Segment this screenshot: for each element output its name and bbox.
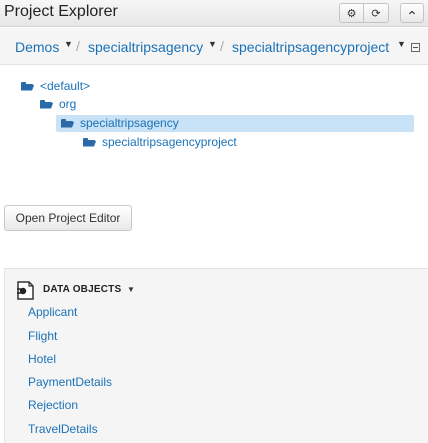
- tree-item-label: org: [59, 97, 77, 111]
- breadcrumb-item-project[interactable]: specialtripsagencyproject: [232, 39, 389, 55]
- folder-icon: [40, 99, 53, 109]
- tree-item-specialtripsagencyproject[interactable]: specialtripsagencyproject: [83, 135, 237, 149]
- document-icon: [17, 281, 34, 300]
- tree-item-label: <default>: [40, 79, 91, 93]
- panel-header: Project Explorer ⚙ ⟳ ⌃: [0, 0, 428, 27]
- breadcrumb-item-organization[interactable]: specialtripsagency: [88, 39, 203, 55]
- data-object-traveldetails[interactable]: TravelDetails: [28, 422, 98, 436]
- collapse-panel-button[interactable]: ⌃: [400, 3, 424, 24]
- panel-title: Project Explorer: [4, 3, 118, 20]
- folder-icon: [83, 137, 96, 147]
- tree-item-label: specialtripsagency: [80, 116, 179, 130]
- data-object-paymentdetails[interactable]: PaymentDetails: [28, 375, 112, 389]
- breadcrumb-separator: /: [220, 38, 224, 54]
- data-object-flight[interactable]: Flight: [28, 329, 57, 343]
- data-object-rejection[interactable]: Rejection: [28, 398, 78, 412]
- tree-item-org[interactable]: org: [40, 97, 76, 111]
- tree-item-specialtripsagency[interactable]: specialtripsagency: [61, 116, 179, 130]
- folder-icon: [61, 118, 74, 128]
- chevron-down-icon[interactable]: ▼: [64, 39, 73, 49]
- data-object-hotel[interactable]: Hotel: [28, 352, 56, 366]
- breadcrumb: Demos ▼ / specialtripsagency ▼ / special…: [0, 28, 428, 65]
- breadcrumb-separator: /: [76, 38, 80, 54]
- chevron-down-icon[interactable]: ▼: [208, 39, 217, 49]
- header-button-group: ⚙ ⟳: [339, 3, 389, 23]
- chevron-down-icon[interactable]: ▼: [127, 285, 135, 294]
- breadcrumb-item-demos[interactable]: Demos: [15, 39, 59, 55]
- tree-item-default[interactable]: <default>: [21, 79, 90, 93]
- chevron-down-icon[interactable]: ▼: [397, 39, 406, 49]
- tree-item-label: specialtripsagencyproject: [102, 135, 237, 149]
- open-project-editor-button[interactable]: Open Project Editor: [4, 205, 132, 231]
- collapse-icon[interactable]: [411, 43, 420, 52]
- refresh-icon: ⟳: [371, 7, 381, 20]
- refresh-button[interactable]: ⟳: [364, 3, 389, 23]
- gear-icon: ⚙: [346, 7, 357, 20]
- settings-button[interactable]: ⚙: [339, 3, 364, 23]
- chevron-up-icon: ⌃: [406, 7, 418, 24]
- data-objects-title[interactable]: DATA OBJECTS: [43, 284, 121, 295]
- data-object-applicant[interactable]: Applicant: [28, 305, 77, 319]
- folder-icon: [21, 81, 34, 91]
